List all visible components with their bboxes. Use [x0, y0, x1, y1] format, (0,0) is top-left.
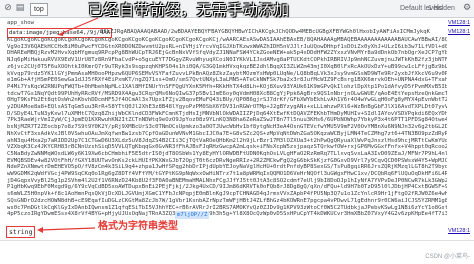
console-footer: [0, 240, 474, 264]
annotation-arrows: [37, 17, 99, 233]
watermark: CSDN @小菜鸟-: [425, 254, 470, 260]
annotation-bottom-note: 格式为字符串类型: [98, 221, 178, 232]
arrow-top-line: [59, 17, 99, 35]
arrow-bottom-head: [37, 227, 43, 233]
type-string-box: string: [6, 226, 36, 238]
source-link[interactable]: VM128:1: [448, 228, 470, 234]
arrow-top-head: [58, 31, 64, 36]
arrow-bottom-line: [39, 227, 96, 231]
